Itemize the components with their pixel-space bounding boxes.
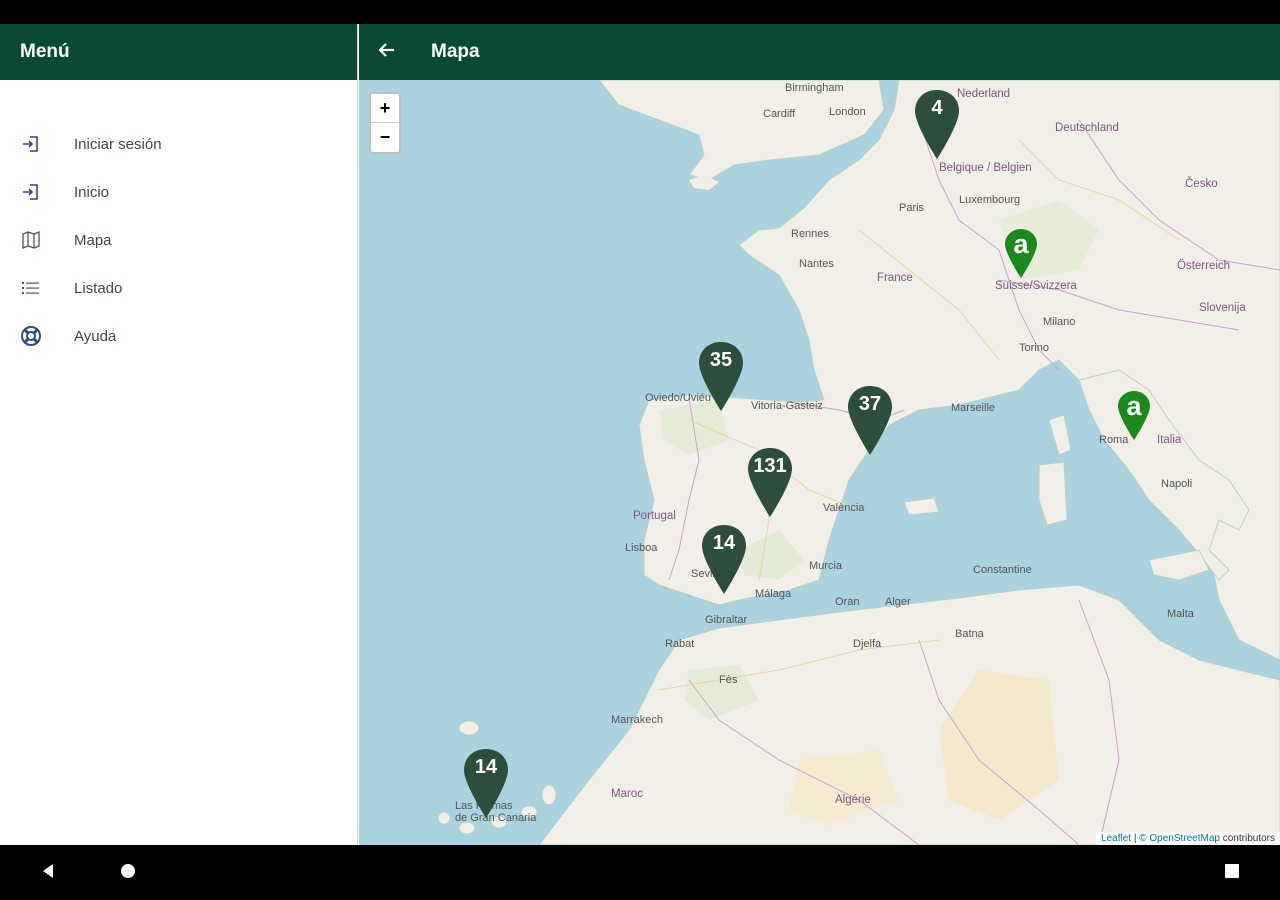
map-label: Nederland [957,88,1011,100]
map-label: València [823,502,865,514]
osm-link[interactable]: © OpenStreetMap [1139,833,1220,844]
nav-home-button[interactable] [114,859,142,887]
map-label: Maroc [611,788,643,800]
menu-item-mapa[interactable]: Mapa [0,216,357,264]
map-label: Italia [1157,434,1182,446]
back-button[interactable] [359,24,415,80]
cluster-count: 14 [474,756,498,778]
single-marker[interactable]: a [1117,390,1151,442]
cluster-count: 131 [753,455,787,477]
attribution-tail: contributors [1222,833,1275,844]
zoom-control: + − [369,92,401,154]
single-marker[interactable]: a [1004,228,1038,280]
zoom-in-button[interactable]: + [371,94,399,123]
map-label: Malta [1167,608,1194,620]
map-label: Rennes [791,228,829,240]
cluster-count: 35 [709,349,733,371]
menu-item-ayuda[interactable]: Ayuda [0,312,357,360]
map-label: Rabat [665,638,695,650]
map-label: Suisse/Svizzera [995,280,1077,292]
map-label: Milano [1043,316,1076,328]
map-basemap [437,80,1280,845]
map-label: Marseille [951,402,996,414]
lifebuoy-icon [20,325,42,347]
system-nav-bar [0,845,1280,900]
circle-home-icon [120,863,136,884]
menu-item-inicio[interactable]: Inicio [0,168,357,216]
marker-letter: a [1126,391,1142,421]
map-label: Napoli [1161,478,1193,490]
map-view[interactable]: Birmingham London Cardiff Nederland Belg… [359,80,1280,845]
map-label: Oran [835,596,860,608]
map-label: Algérie [835,794,871,806]
map-label: Birmingham [785,82,844,94]
square-recents-icon [1224,863,1240,884]
nav-recents-button[interactable] [1218,859,1246,887]
app-bar: Mapa [359,24,1280,80]
status-bar [0,0,1280,24]
map-label: Lisboa [625,542,658,554]
map-label: Vitoria-Gasteiz [751,400,823,412]
nav-back-button[interactable] [34,859,62,887]
menu-item-label: Ayuda [74,327,117,345]
cluster-marker[interactable]: 4 [913,88,961,162]
map-attribution: Leaflet | © OpenStreetMap contributors [1096,832,1280,845]
triangle-back-icon [40,863,56,884]
map-label: Luxembourg [959,194,1021,206]
map-label: London [829,106,866,118]
map-label: Slovenija [1199,302,1246,314]
list-icon [20,277,42,299]
cluster-marker[interactable]: 14 [462,747,510,821]
arrow-back-icon [377,40,397,65]
map-label: Österreich [1177,260,1231,272]
map-label: Paris [899,202,925,214]
map-label: Belgique / Belgien [939,162,1032,174]
map-label: Murcia [809,560,843,572]
map-label: France [877,272,913,284]
login-icon [20,181,42,203]
map-label: Torino [1019,342,1049,354]
map-label: Málaga [755,588,792,600]
menu-item-label: Listado [74,279,123,297]
cluster-count: 37 [858,393,882,415]
menu-item-listado[interactable]: Listado [0,264,357,312]
navigation-drawer: Menú Iniciar sesión Inicio Mapa Listado … [0,24,358,845]
map-label: Portugal [633,510,676,522]
map-label: Nantes [799,258,834,270]
page-title: Mapa [431,41,480,62]
map-label: Batna [955,628,984,640]
cluster-count: 4 [931,97,943,119]
map-icon [20,229,42,251]
map-label: Djelfa [853,638,882,650]
map-label: Fès [719,674,738,686]
map-label: Alger [885,596,911,608]
login-icon [20,133,42,155]
cluster-marker[interactable]: 14 [700,523,748,597]
map-label: Gibraltar [705,614,748,626]
menu-item-label: Inicio [74,183,110,201]
cluster-count: 14 [712,532,736,554]
map-label: Marrakech [611,714,663,726]
main-panel: Mapa Birmingham London Cardiff Nederland… [359,24,1280,845]
menu-item-label: Iniciar sesión [74,135,162,153]
app-window: Menú Iniciar sesión Inicio Mapa Listado … [0,24,1280,845]
cluster-marker[interactable]: 35 [697,340,745,414]
menu-item-iniciar-sesion[interactable]: Iniciar sesión [0,120,357,168]
cluster-marker[interactable]: 37 [846,384,894,458]
drawer-title: Menú [0,24,357,80]
menu-item-label: Mapa [74,231,112,249]
drawer-menu: Iniciar sesión Inicio Mapa Listado Ayuda [0,120,357,360]
marker-letter: a [1013,229,1029,259]
map-label: Constantine [973,564,1032,576]
leaflet-link[interactable]: Leaflet [1101,833,1131,844]
zoom-out-button[interactable]: − [371,123,399,152]
map-label: Česko [1185,178,1218,190]
map-label: Deutschland [1055,122,1119,134]
map-label: Cardiff [763,108,796,120]
cluster-marker[interactable]: 131 [746,446,794,520]
